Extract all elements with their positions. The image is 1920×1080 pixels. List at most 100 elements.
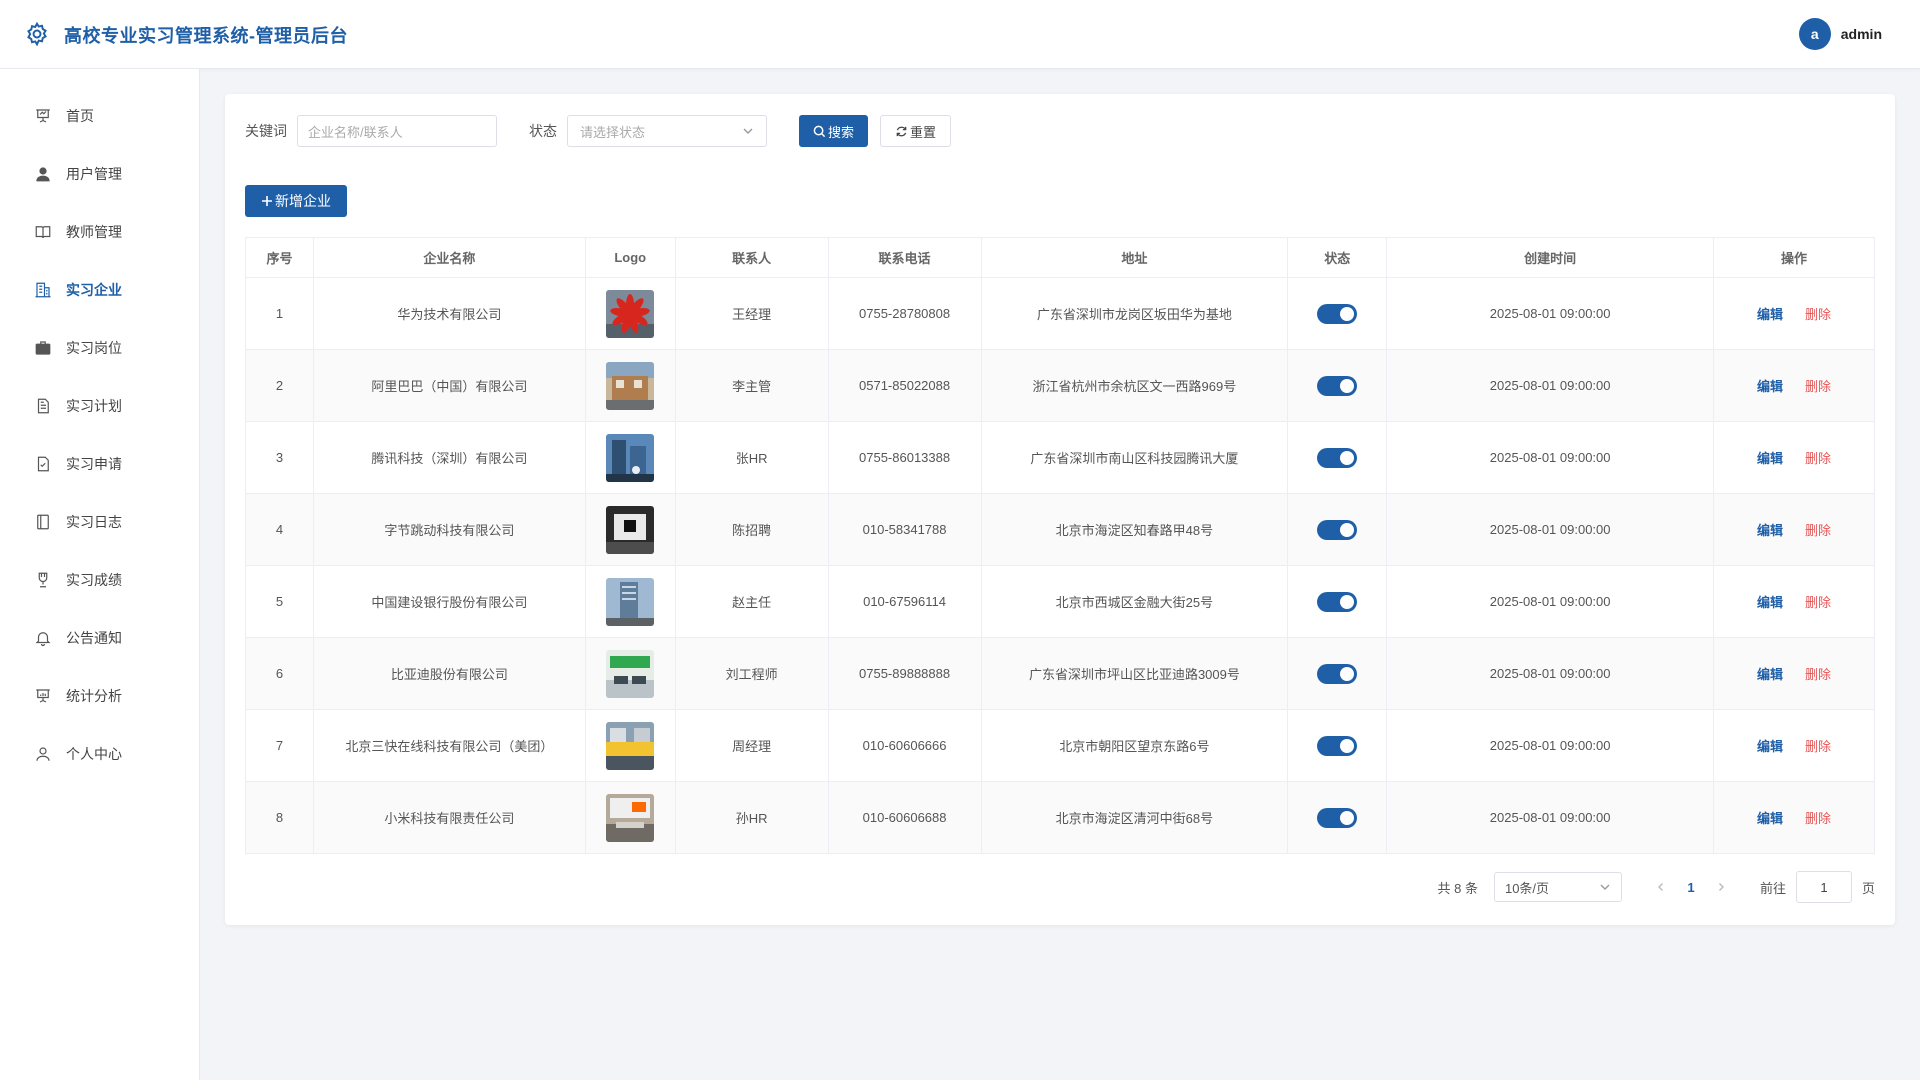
table-row: 7 北京三快在线科技有限公司（美团） 周经理 010-60606666 北京市朝阳区望京… (245, 709, 1875, 782)
sidebar-item-label: 实习岗位 (66, 340, 122, 356)
status-toggle[interactable] (1317, 519, 1358, 540)
row-index: 1 (245, 277, 314, 350)
search-button-label: 搜索 (828, 124, 855, 140)
status-cell (1287, 565, 1388, 638)
actions-cell: 编辑 删除 (1713, 493, 1875, 566)
sidebar-item-10[interactable]: 统计分析 (0, 667, 199, 725)
sidebar-item-7[interactable]: 实习日志 (0, 493, 199, 551)
edit-button[interactable]: 编辑 (1757, 739, 1783, 754)
sidebar-item-0[interactable]: 首页 (0, 87, 199, 145)
company-logo-image (606, 793, 655, 842)
goto-page-input[interactable]: 1 (1795, 871, 1852, 903)
sidebar-item-4[interactable]: 实习岗位 (0, 319, 199, 377)
sidebar-item-label: 实习申请 (66, 456, 122, 472)
edit-button[interactable]: 编辑 (1757, 307, 1783, 322)
sidebar-item-5[interactable]: 实习计划 (0, 377, 199, 435)
search-button[interactable]: 搜索 (799, 115, 869, 147)
status-cell (1287, 493, 1388, 566)
status-toggle[interactable] (1317, 303, 1358, 324)
user-icon (36, 167, 50, 182)
delete-button[interactable]: 删除 (1805, 307, 1831, 322)
sidebar-item-label: 统计分析 (66, 688, 122, 704)
logo-cell (584, 349, 676, 422)
app-title: 高校专业实习管理系统-管理员后台 (64, 26, 348, 46)
actions-cell: 编辑 删除 (1713, 349, 1875, 422)
edit-button[interactable]: 编辑 (1757, 811, 1783, 826)
delete-button[interactable]: 删除 (1805, 811, 1831, 826)
company-name: 华为技术有限公司 (312, 277, 586, 350)
filter-bar: 关键词 企业名称/联系人 状态 请选择状态 搜索 重置 (245, 115, 952, 147)
status-toggle[interactable] (1317, 591, 1358, 612)
user-outline-icon (36, 747, 50, 761)
status-cell (1287, 637, 1388, 710)
sidebar-item-2[interactable]: 教师管理 (0, 203, 199, 261)
avatar[interactable]: a (1798, 18, 1831, 50)
status-toggle[interactable] (1317, 663, 1358, 684)
contact-person: 王经理 (674, 277, 829, 350)
page-size-select[interactable]: 10条/页 (1493, 872, 1622, 902)
status-cell (1287, 421, 1388, 494)
company-name: 字节跳动科技有限公司 (312, 493, 586, 566)
contact-phone: 0755-89888888 (827, 637, 982, 710)
sidebar-item-8[interactable]: 实习成绩 (0, 551, 199, 609)
document-check-icon (37, 456, 49, 472)
reset-button[interactable]: 重置 (880, 115, 952, 147)
delete-button[interactable]: 删除 (1805, 667, 1831, 682)
edit-button[interactable]: 编辑 (1757, 523, 1783, 538)
contact-phone: 0755-28780808 (827, 277, 982, 350)
status-toggle[interactable] (1317, 447, 1358, 468)
logo-cell (584, 421, 676, 494)
delete-button[interactable]: 删除 (1805, 451, 1831, 466)
company-logo-image (606, 505, 655, 554)
prev-page-button[interactable] (1646, 872, 1676, 902)
created-time: 2025-08-01 09:00:00 (1386, 781, 1715, 854)
search-icon (813, 125, 826, 137)
table-row: 4 字节跳动科技有限公司 陈招聘 010-58341788 北京市海淀区知春路甲48号 2… (245, 493, 1875, 566)
status-toggle[interactable] (1317, 735, 1358, 756)
total-count: 共 8 条 (1437, 880, 1478, 896)
status-cell (1287, 277, 1388, 350)
delete-button[interactable]: 删除 (1805, 595, 1831, 610)
chevron-down-icon (1600, 884, 1610, 890)
delete-button[interactable]: 删除 (1805, 379, 1831, 394)
keyword-input[interactable]: 企业名称/联系人 (297, 115, 497, 147)
table-row: 5 中国建设银行股份有限公司 赵主任 010-67596114 北京市西城区金融大街25… (245, 565, 1875, 638)
contact-phone: 010-58341788 (827, 493, 982, 566)
username[interactable]: admin (1841, 26, 1882, 42)
edit-button[interactable]: 编辑 (1757, 379, 1783, 394)
sidebar-item-9[interactable]: 公告通知 (0, 609, 199, 667)
edit-button[interactable]: 编辑 (1757, 667, 1783, 682)
delete-button[interactable]: 删除 (1805, 739, 1831, 754)
presentation-icon (36, 109, 50, 123)
edit-button[interactable]: 编辑 (1757, 451, 1783, 466)
company-address: 广东省深圳市坪山区比亚迪路3009号 (980, 637, 1289, 710)
company-logo-image (606, 649, 655, 698)
status-toggle[interactable] (1317, 375, 1358, 396)
contact-person: 李主管 (674, 349, 829, 422)
edit-button[interactable]: 编辑 (1757, 595, 1783, 610)
company-name: 比亚迪股份有限公司 (312, 637, 586, 710)
logo-cell (584, 565, 676, 638)
sidebar-item-label: 首页 (66, 108, 94, 124)
page-number[interactable]: 1 (1676, 872, 1706, 902)
status-select[interactable]: 请选择状态 (567, 115, 767, 147)
sidebar-item-1[interactable]: 用户管理 (0, 145, 199, 203)
sidebar-item-11[interactable]: 个人中心 (0, 725, 199, 783)
sidebar-item-3[interactable]: 实习企业 (0, 261, 199, 319)
created-time: 2025-08-01 09:00:00 (1386, 493, 1715, 566)
table-body: 1 华为技术有限公司 王经理 0755-28780808 广东省深圳市龙岗区坂田华为基地… (245, 277, 1875, 854)
status-toggle[interactable] (1317, 807, 1358, 828)
contact-person: 赵主任 (674, 565, 829, 638)
user-menu[interactable]: a admin (1798, 18, 1882, 50)
sidebar-item-6[interactable]: 实习申请 (0, 435, 199, 493)
status-cell (1287, 781, 1388, 854)
top-header: 高校专业实习管理系统-管理员后台 a admin (0, 0, 1920, 69)
next-page-button[interactable] (1706, 872, 1736, 902)
data-board-icon (36, 689, 50, 703)
delete-button[interactable]: 删除 (1805, 523, 1831, 538)
contact-person: 陈招聘 (674, 493, 829, 566)
building-icon (35, 282, 51, 298)
company-address: 北京市西城区金融大街25号 (980, 565, 1289, 638)
add-company-button[interactable]: 新增企业 (245, 185, 347, 217)
company-logo-image (606, 721, 655, 770)
